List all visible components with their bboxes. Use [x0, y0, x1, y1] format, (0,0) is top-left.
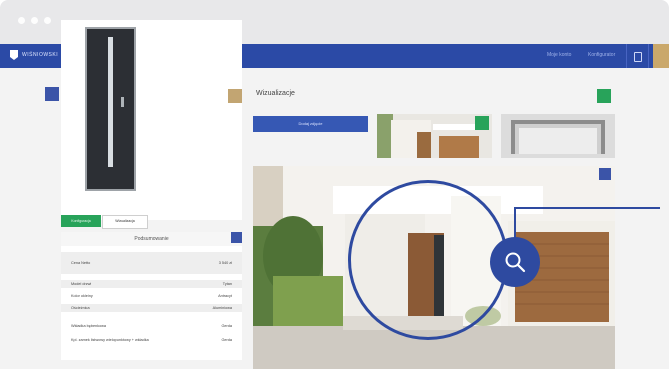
row-value: Gerda [221, 324, 232, 328]
price-value: 3 540 zł [218, 261, 232, 265]
tab-visualization[interactable]: Wizualizacja [102, 215, 148, 229]
window-close-dot[interactable] [18, 17, 25, 24]
lock-icon[interactable] [634, 52, 642, 62]
search-icon [505, 252, 526, 273]
thumbnail-selected-indicator[interactable] [475, 116, 489, 130]
price-label: Cena Netto [71, 261, 91, 265]
row-label: Wkładka bębenkowa [71, 324, 107, 328]
brand-name: WIŚNIOWSKI [22, 52, 59, 58]
row-label: Kpl. zamek listwowy wielopunktowy + wkła… [71, 338, 149, 342]
row-label: Ościeżnica [71, 306, 90, 310]
door-handle [121, 97, 124, 107]
add-visualization-button[interactable] [597, 89, 611, 103]
cart-button[interactable] [653, 44, 669, 68]
row-value: Tytan [222, 282, 232, 286]
upload-photo-button[interactable]: Dodaj zdjęcie [253, 116, 368, 132]
callout-line [514, 207, 660, 209]
left-tabs: Konfiguracja Wizualizacja [61, 215, 242, 229]
tab-configuration[interactable]: Konfiguracja [61, 215, 101, 227]
callout-line [514, 207, 516, 239]
summary-title: Podsumowanie [61, 232, 242, 246]
nav-divider [626, 44, 627, 68]
row-value: Antracyt [218, 294, 232, 298]
summary-panel: Podsumowanie Cena Netto 3 540 zł Model d… [61, 232, 242, 360]
window-minimize-dot[interactable] [31, 17, 38, 24]
page-title: Wizualizacje [256, 90, 295, 97]
door-preview-image [85, 27, 136, 191]
row-value: Aluminiowa [212, 306, 232, 310]
door-glass-strip [108, 37, 113, 167]
nav-divider [648, 44, 649, 68]
row-label: Kolor okleiny [71, 294, 93, 298]
fullscreen-button[interactable] [599, 168, 611, 180]
color-swatch-button[interactable] [228, 89, 242, 103]
window-maximize-dot[interactable] [44, 17, 51, 24]
zoom-button[interactable] [490, 237, 540, 287]
row-value: Gerda [221, 338, 232, 342]
row-label: Model drzwi [71, 282, 92, 286]
visualization-thumbnail[interactable] [501, 114, 615, 158]
nav-link-configurator[interactable]: Konfigurator [588, 52, 615, 58]
shield-logo-icon [10, 50, 18, 60]
brand-logo[interactable]: WIŚNIOWSKI [10, 50, 58, 60]
prev-button[interactable] [45, 87, 59, 101]
expand-summary-button[interactable] [231, 232, 242, 243]
zoom-lens [348, 180, 508, 340]
nav-link-account[interactable]: Moje konto [547, 52, 571, 58]
